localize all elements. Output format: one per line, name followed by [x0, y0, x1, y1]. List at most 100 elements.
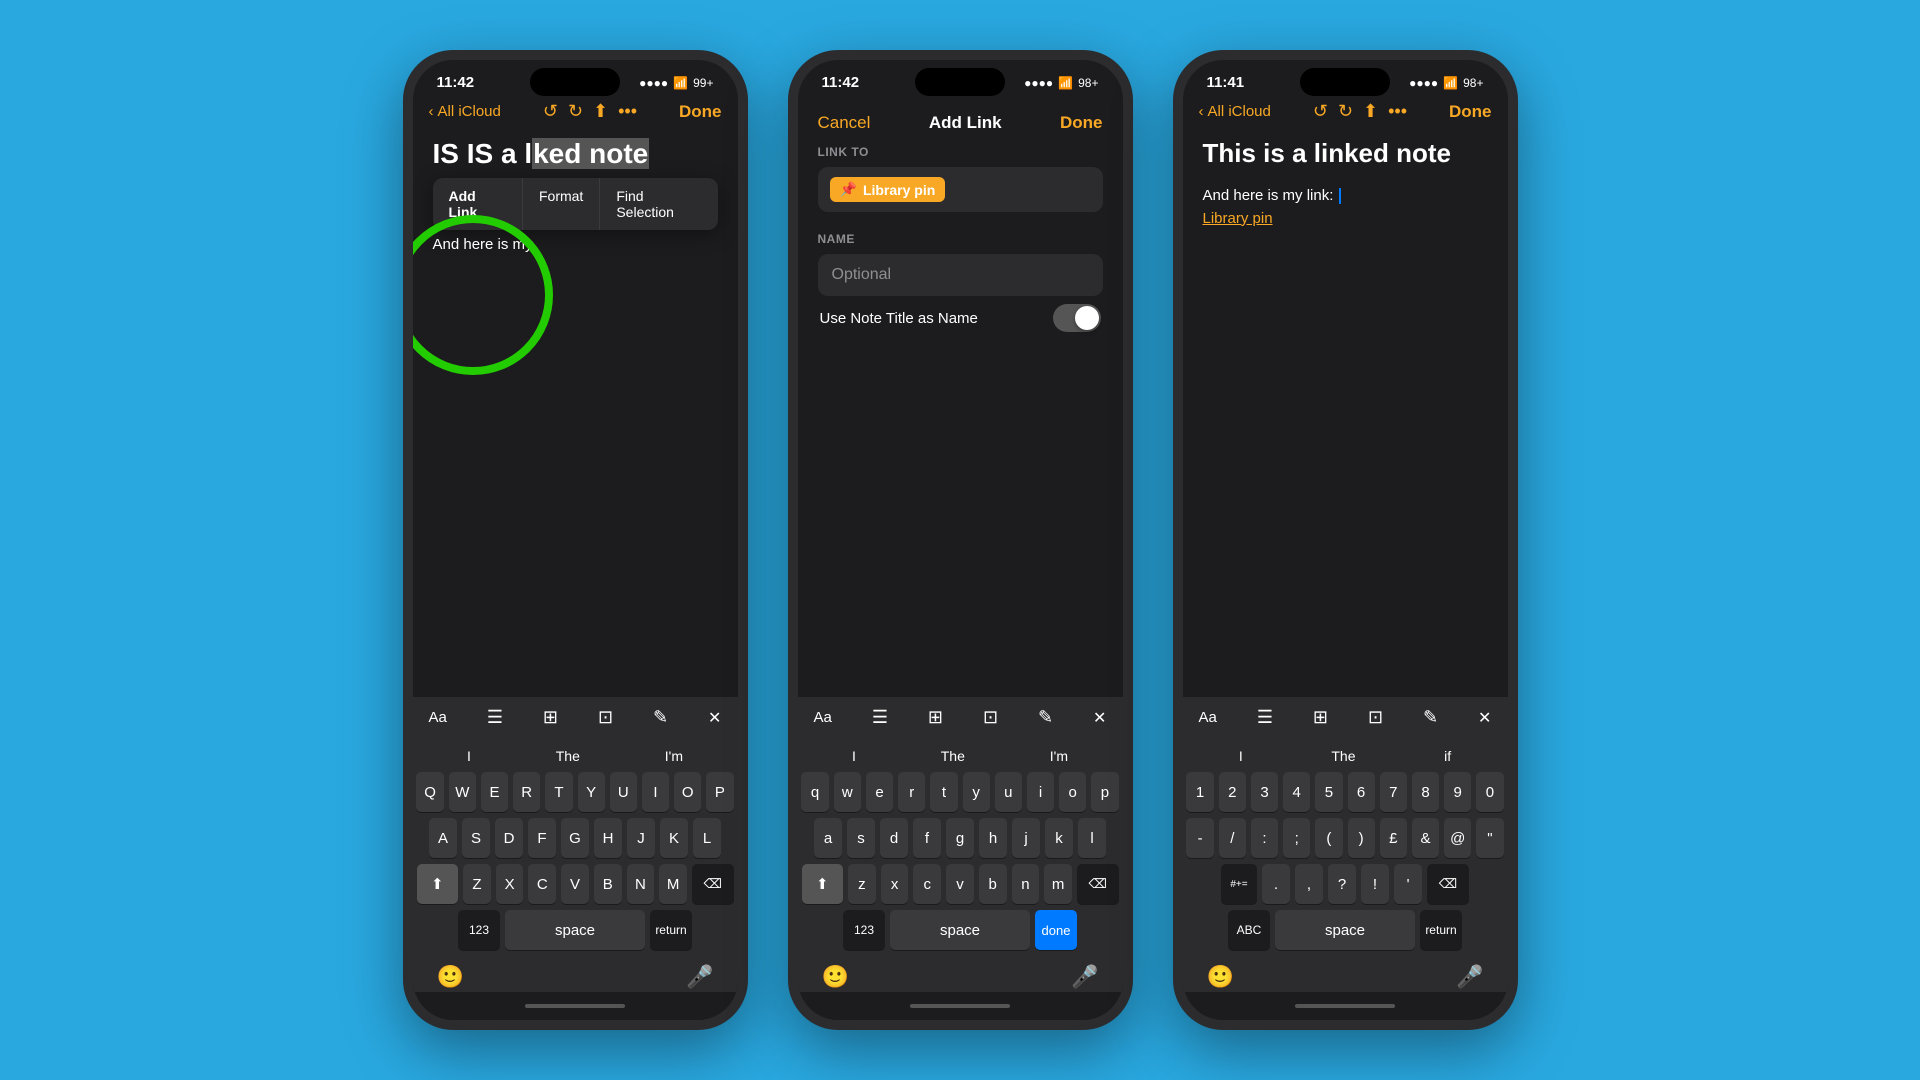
key-s[interactable]: s: [847, 818, 875, 858]
key-O[interactable]: O: [674, 772, 701, 812]
key-P[interactable]: P: [706, 772, 733, 812]
key-G[interactable]: G: [561, 818, 589, 858]
key-V[interactable]: V: [561, 864, 589, 904]
key-at[interactable]: @: [1444, 818, 1471, 858]
table-tool-3[interactable]: ⊞: [1313, 707, 1328, 728]
key-Z[interactable]: Z: [463, 864, 491, 904]
share-icon-3[interactable]: ⬆: [1363, 101, 1378, 122]
key-dash[interactable]: -: [1186, 818, 1213, 858]
key-x[interactable]: x: [881, 864, 909, 904]
share-icon-1[interactable]: ⬆: [593, 101, 608, 122]
nav-done-1[interactable]: Done: [679, 102, 722, 122]
table-tool[interactable]: ⊞: [543, 707, 558, 728]
suggestion-the-3[interactable]: The: [1331, 748, 1355, 764]
key-b[interactable]: b: [979, 864, 1007, 904]
signature-tool[interactable]: ✎: [653, 707, 668, 728]
emoji-icon-1[interactable]: 🙂: [437, 964, 464, 990]
key-A[interactable]: A: [429, 818, 457, 858]
key-hashtag-plus[interactable]: #+=: [1221, 864, 1257, 904]
use-note-title-toggle[interactable]: [1053, 304, 1101, 332]
key-H[interactable]: H: [594, 818, 622, 858]
key-X[interactable]: X: [496, 864, 524, 904]
key-return-3[interactable]: return: [1420, 910, 1462, 950]
key-u[interactable]: u: [995, 772, 1022, 812]
key-J[interactable]: J: [627, 818, 655, 858]
key-L[interactable]: L: [693, 818, 721, 858]
key-2[interactable]: 2: [1219, 772, 1246, 812]
key-backspace-1[interactable]: ⌫: [692, 864, 734, 904]
nav-back-1[interactable]: ‹ All iCloud: [429, 103, 501, 120]
key-g[interactable]: g: [946, 818, 974, 858]
key-j[interactable]: j: [1012, 818, 1040, 858]
key-d[interactable]: d: [880, 818, 908, 858]
key-o[interactable]: o: [1059, 772, 1086, 812]
format-button[interactable]: Format: [523, 178, 600, 230]
undo-icon-3[interactable]: ↺: [1313, 101, 1328, 122]
key-comma[interactable]: ,: [1295, 864, 1323, 904]
suggestion-the-2[interactable]: The: [941, 748, 965, 764]
suggestion-the-1[interactable]: The: [556, 748, 580, 764]
key-pound[interactable]: £: [1380, 818, 1407, 858]
more-icon-1[interactable]: •••: [618, 101, 637, 122]
key-semi[interactable]: ;: [1283, 818, 1310, 858]
more-icon-3[interactable]: •••: [1388, 101, 1407, 122]
key-space-1[interactable]: space: [505, 910, 645, 950]
key-colon[interactable]: :: [1251, 818, 1278, 858]
key-lparen[interactable]: (: [1315, 818, 1342, 858]
key-v[interactable]: v: [946, 864, 974, 904]
key-backspace-3[interactable]: ⌫: [1427, 864, 1469, 904]
suggestion-i-1[interactable]: I: [467, 748, 471, 764]
camera-tool-2[interactable]: ⊡: [983, 707, 998, 728]
key-4[interactable]: 4: [1283, 772, 1310, 812]
key-q[interactable]: q: [801, 772, 828, 812]
font-size-tool[interactable]: Aa: [429, 709, 447, 726]
key-m[interactable]: m: [1044, 864, 1072, 904]
key-quote[interactable]: ": [1476, 818, 1503, 858]
key-r[interactable]: r: [898, 772, 925, 812]
key-l[interactable]: l: [1078, 818, 1106, 858]
redo-icon-1[interactable]: ↻: [568, 101, 583, 122]
done-button[interactable]: Done: [1060, 113, 1103, 133]
name-input[interactable]: Optional: [818, 254, 1103, 296]
key-backspace-2[interactable]: ⌫: [1077, 864, 1119, 904]
key-k[interactable]: k: [1045, 818, 1073, 858]
key-exclaim[interactable]: !: [1361, 864, 1389, 904]
redo-icon-3[interactable]: ↻: [1338, 101, 1353, 122]
key-K[interactable]: K: [660, 818, 688, 858]
key-done-2[interactable]: done: [1035, 910, 1077, 950]
key-C[interactable]: C: [528, 864, 556, 904]
key-1[interactable]: 1: [1186, 772, 1213, 812]
key-a[interactable]: a: [814, 818, 842, 858]
key-f[interactable]: f: [913, 818, 941, 858]
cancel-button[interactable]: Cancel: [818, 113, 871, 133]
key-S[interactable]: S: [462, 818, 490, 858]
mic-icon-1[interactable]: 🎤: [686, 964, 713, 990]
kb-close-1[interactable]: ✕: [708, 708, 721, 728]
key-t[interactable]: t: [930, 772, 957, 812]
key-Y[interactable]: Y: [578, 772, 605, 812]
key-T[interactable]: T: [545, 772, 572, 812]
key-shift-1[interactable]: ⬆: [417, 864, 459, 904]
key-period[interactable]: .: [1262, 864, 1290, 904]
key-e[interactable]: e: [866, 772, 893, 812]
key-E[interactable]: E: [481, 772, 508, 812]
undo-icon-1[interactable]: ↺: [543, 101, 558, 122]
library-pin-tag[interactable]: 📌 Library pin: [830, 177, 946, 202]
signature-tool-3[interactable]: ✎: [1423, 707, 1438, 728]
nav-done-3[interactable]: Done: [1449, 102, 1492, 122]
key-3[interactable]: 3: [1251, 772, 1278, 812]
key-space-2[interactable]: space: [890, 910, 1030, 950]
add-link-button[interactable]: Add Link: [433, 178, 523, 230]
table-tool-2[interactable]: ⊞: [928, 707, 943, 728]
key-U[interactable]: U: [610, 772, 637, 812]
key-w[interactable]: w: [834, 772, 861, 812]
font-size-tool-2[interactable]: Aa: [814, 709, 832, 726]
key-n[interactable]: n: [1012, 864, 1040, 904]
mic-icon-2[interactable]: 🎤: [1071, 964, 1098, 990]
key-z[interactable]: z: [848, 864, 876, 904]
suggestion-if-3[interactable]: if: [1444, 748, 1451, 764]
key-h[interactable]: h: [979, 818, 1007, 858]
key-rparen[interactable]: ): [1348, 818, 1375, 858]
emoji-icon-2[interactable]: 🙂: [822, 964, 849, 990]
key-shift-2[interactable]: ⬆: [802, 864, 844, 904]
